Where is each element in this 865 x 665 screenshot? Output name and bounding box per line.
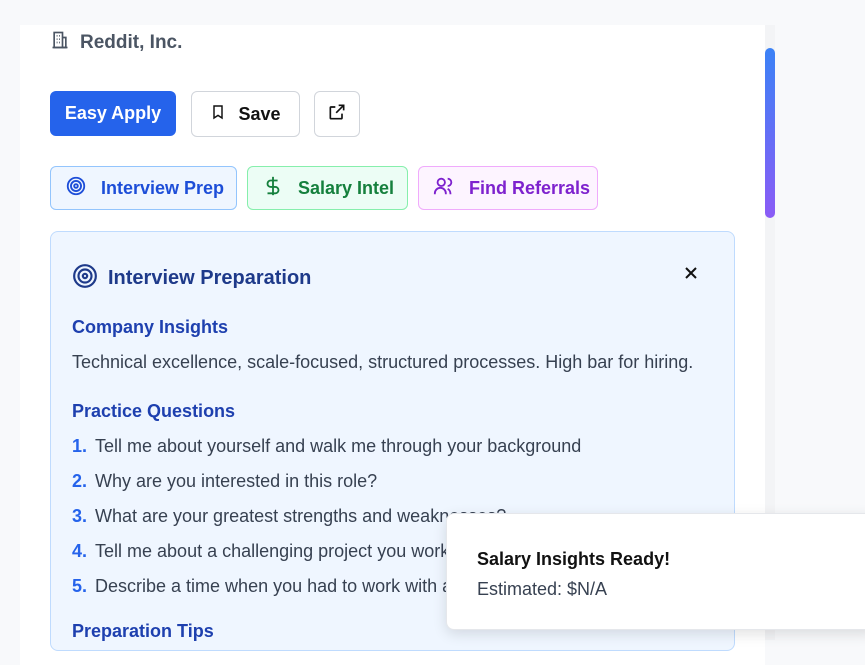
target-icon	[72, 263, 98, 294]
scrollbar-thumb[interactable]	[765, 48, 775, 218]
question-number: 4.	[72, 541, 88, 561]
users-icon	[433, 175, 455, 202]
salary-intel-button[interactable]: Salary Intel	[247, 166, 408, 210]
close-button[interactable]	[681, 265, 701, 285]
easy-apply-button[interactable]: Easy Apply	[50, 91, 176, 136]
question-text: Tell me about a challenging project you …	[95, 541, 495, 561]
dollar-icon	[262, 175, 284, 202]
company-name: Reddit, Inc.	[80, 31, 183, 53]
question-number: 1.	[72, 436, 88, 456]
company-insights-heading: Company Insights	[72, 317, 229, 337]
building-icon	[50, 30, 70, 55]
card-title: Interview Preparation	[108, 267, 312, 289]
external-link-icon	[327, 102, 347, 127]
preparation-tips-heading: Preparation Tips	[72, 621, 214, 641]
list-item: 2. Why are you interested in this role?	[72, 471, 377, 492]
salary-intel-label: Salary Intel	[298, 177, 395, 198]
company-row: Reddit, Inc.	[50, 30, 182, 55]
find-referrals-button[interactable]: Find Referrals	[418, 166, 598, 210]
save-button[interactable]: Save	[191, 91, 300, 137]
question-number: 2.	[72, 471, 88, 491]
toast-title: Salary Insights Ready!	[477, 549, 671, 569]
question-text: Tell me about yourself and walk me throu…	[95, 436, 582, 456]
close-icon	[683, 265, 699, 286]
company-insights-text: Technical excellence, scale-focused, str…	[72, 352, 694, 372]
bookmark-icon	[210, 103, 226, 126]
open-external-button[interactable]	[314, 91, 360, 137]
question-text: What are your greatest strengths and wea…	[95, 506, 507, 526]
save-label: Save	[238, 103, 281, 124]
list-item: 1. Tell me about yourself and walk me thr…	[72, 436, 581, 457]
target-icon	[65, 175, 87, 202]
list-item: 4. Tell me about a challenging project yo…	[72, 541, 494, 562]
practice-questions-heading: Practice Questions	[72, 401, 236, 421]
list-item: 3. What are your greatest strengths and w…	[72, 506, 506, 527]
question-text: Why are you interested in this role?	[95, 471, 378, 491]
salary-toast[interactable]: Salary Insights Ready! Estimated: $N/A	[446, 513, 865, 630]
question-number: 3.	[72, 506, 88, 526]
question-number: 5.	[72, 576, 88, 596]
find-referrals-label: Find Referrals	[469, 177, 591, 198]
interview-prep-label: Interview Prep	[101, 177, 225, 198]
toast-message: Estimated: $N/A	[477, 579, 608, 599]
card-header: Interview Preparation	[72, 263, 311, 294]
interview-prep-button[interactable]: Interview Prep	[50, 166, 237, 210]
